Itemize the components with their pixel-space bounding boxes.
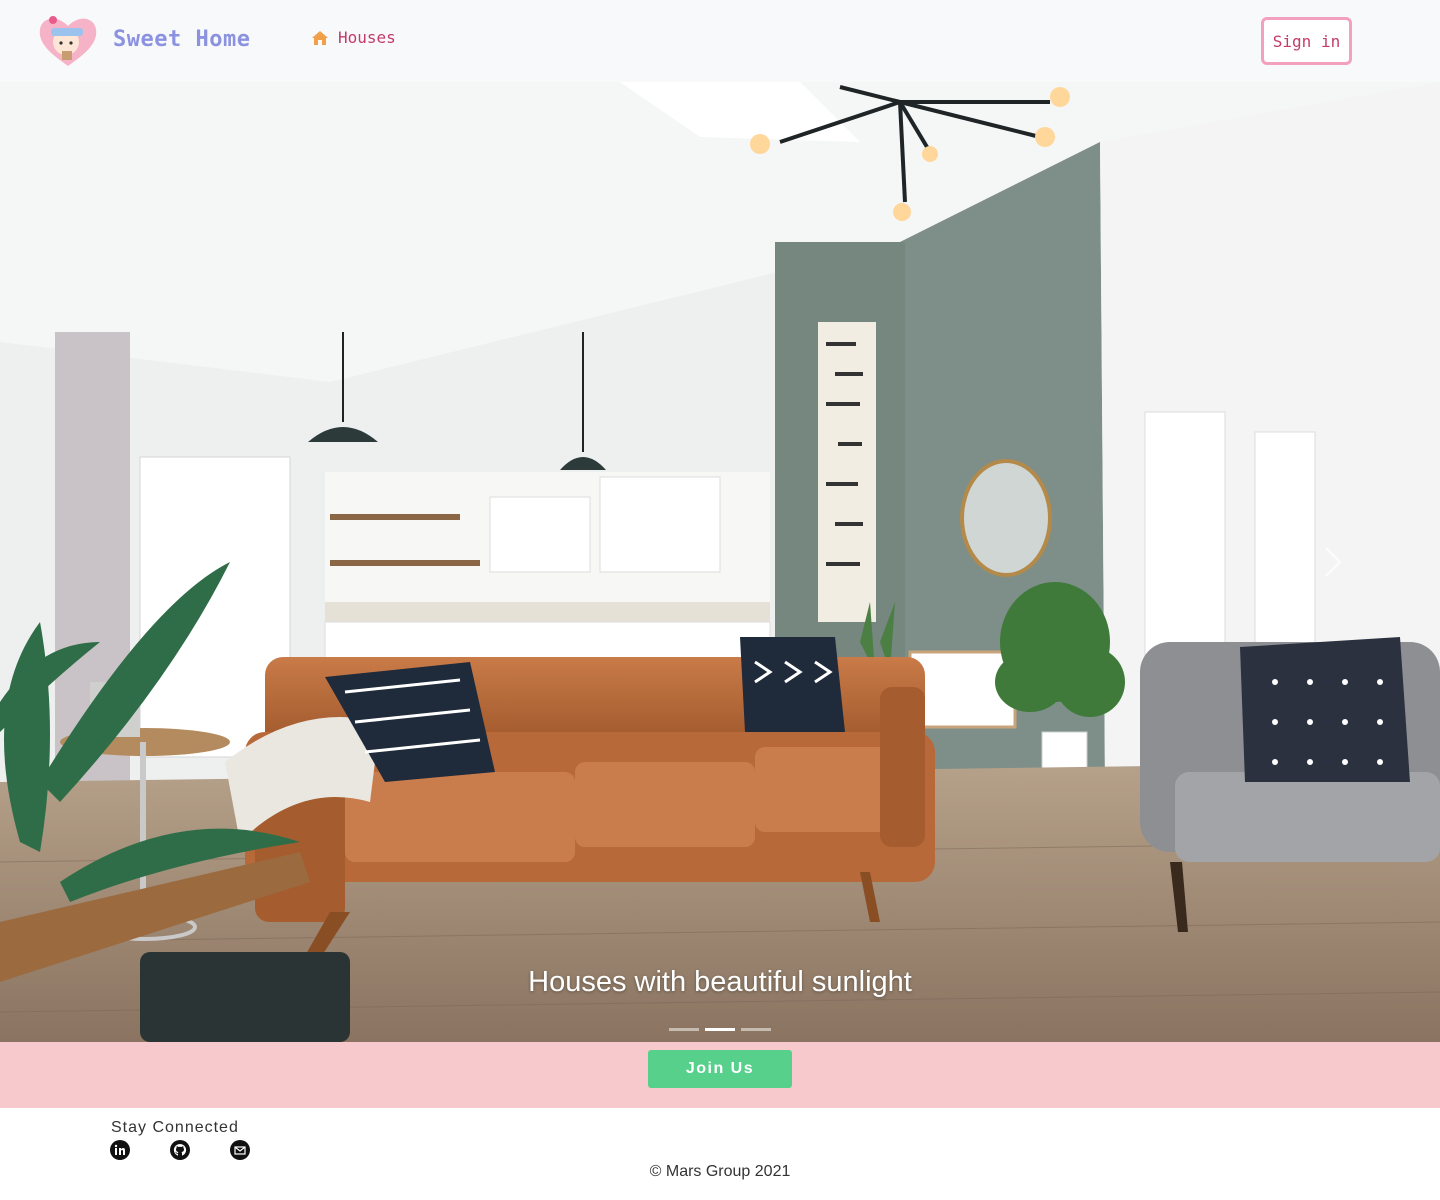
nav-link-houses[interactable]: Houses — [311, 28, 396, 47]
join-section: Join Us — [0, 1042, 1440, 1108]
navbar: Sweet Home Houses Sign in — [0, 0, 1440, 82]
house-icon — [311, 29, 329, 47]
email-icon[interactable] — [230, 1140, 250, 1160]
hero-carousel: Houses with beautiful sunlight — [0, 82, 1440, 1042]
linkedin-icon[interactable] — [110, 1140, 130, 1160]
stay-connected-label: Stay Connected — [111, 1119, 239, 1136]
brand-name[interactable]: Sweet Home — [113, 27, 250, 52]
join-us-button[interactable]: Join Us — [648, 1050, 792, 1088]
carousel-caption: Houses with beautiful sunlight — [528, 966, 912, 998]
github-icon[interactable] — [170, 1140, 190, 1160]
logo-icon[interactable] — [38, 14, 98, 68]
hero-image — [0, 82, 1440, 1042]
carousel-indicator-1[interactable] — [669, 1028, 699, 1031]
carousel-indicator-3[interactable] — [741, 1028, 771, 1031]
carousel-next-icon[interactable] — [1312, 542, 1352, 582]
footer: Stay Connected © Mars Group 2021 — [0, 1108, 1440, 1200]
sign-in-button[interactable]: Sign in — [1261, 17, 1352, 65]
carousel-indicator-2[interactable] — [705, 1028, 735, 1031]
carousel-indicators — [669, 1028, 771, 1031]
copyright-text: © Mars Group 2021 — [649, 1163, 791, 1180]
nav-link-label: Houses — [338, 28, 396, 47]
